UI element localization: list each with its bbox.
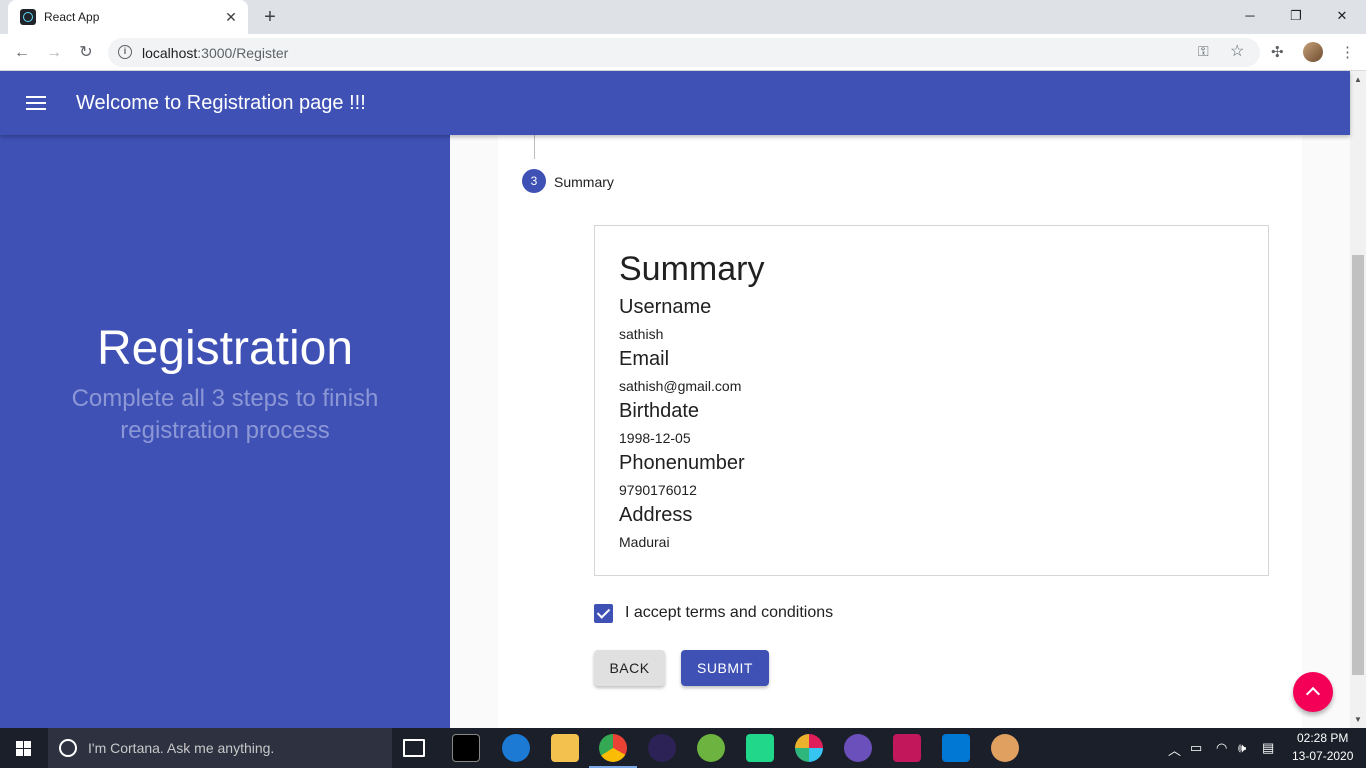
reload-icon[interactable]: ↻ — [74, 41, 98, 65]
page-scrollbar[interactable]: ▲ ▼ — [1350, 71, 1366, 728]
birthdate-value: 1998-12-05 — [619, 430, 691, 446]
browser-tab-bar: React App ✕ + ─ ❐ ✕ — [0, 0, 1366, 34]
start-button[interactable] — [0, 728, 48, 768]
username-value: sathish — [619, 326, 664, 342]
tab-close-icon[interactable]: ✕ — [222, 8, 240, 26]
url-text[interactable]: localhost:3000/Register — [142, 45, 288, 61]
scroll-top-button[interactable] — [1293, 672, 1333, 712]
terms-checkbox[interactable] — [594, 604, 613, 623]
paint-icon[interactable] — [991, 734, 1019, 762]
url-host: localhost — [142, 45, 198, 61]
hamburger-menu-icon[interactable] — [26, 96, 46, 110]
email-value: sathish@gmail.com — [619, 378, 742, 394]
stepper-paper: 3 Summary Summary Username sathish Email… — [498, 135, 1302, 728]
file-explorer-icon[interactable] — [551, 734, 579, 762]
back-button[interactable]: BACK — [594, 650, 665, 686]
app-bar: Welcome to Registration page !!! — [0, 71, 1350, 135]
close-window-button[interactable]: ✕ — [1322, 6, 1362, 26]
address-bar[interactable]: i localhost:3000/Register ⚿ ☆ — [108, 38, 1260, 67]
github-desktop-icon[interactable] — [844, 734, 872, 762]
profile-avatar[interactable] — [1303, 42, 1323, 62]
key-icon[interactable]: ⚿ — [1198, 43, 1209, 60]
spring-tool-icon[interactable] — [697, 734, 725, 762]
step-connector — [534, 135, 535, 159]
pycharm-icon[interactable] — [746, 734, 774, 762]
eclipse-icon[interactable] — [648, 734, 676, 762]
left-panel: Registration Complete all 3 steps to fin… — [0, 135, 450, 728]
browser-menu-icon[interactable]: ⋮ — [1340, 43, 1355, 61]
username-label: Username — [619, 296, 712, 318]
forward-nav-icon[interactable]: → — [42, 41, 66, 65]
scroll-down-arrow-icon[interactable]: ▼ — [1354, 715, 1362, 724]
phonenumber-value: 9790176012 — [619, 482, 697, 498]
terms-label[interactable]: I accept terms and conditions — [625, 604, 833, 622]
bookmark-star-icon[interactable]: ☆ — [1230, 41, 1244, 61]
back-nav-icon[interactable]: ← — [10, 41, 34, 65]
main-content: 3 Summary Summary Username sathish Email… — [450, 135, 1350, 728]
summary-card: Summary Username sathish Email sathish@g… — [594, 225, 1269, 576]
chrome-icon[interactable] — [599, 734, 627, 762]
task-view-icon[interactable] — [403, 739, 425, 757]
registration-title: Registration — [96, 322, 354, 375]
volume-icon[interactable]: 🕪 — [1238, 740, 1246, 756]
scroll-thumb[interactable] — [1352, 255, 1364, 675]
address-value: Madurai — [619, 534, 670, 550]
birthdate-label: Birthdate — [619, 400, 700, 422]
clock-time[interactable]: 02:28 PM — [1297, 731, 1348, 745]
url-path: :3000/Register — [197, 45, 289, 61]
react-favicon-icon — [20, 9, 36, 25]
cortana-icon — [59, 739, 77, 757]
windows-taskbar: I'm Cortana. Ask me anything. ︿ ▭ ◠ 🕪 ▤ … — [0, 728, 1366, 768]
terminal-icon[interactable] — [452, 734, 480, 762]
step-label[interactable]: Summary — [554, 174, 614, 190]
summary-heading: Summary — [619, 250, 765, 288]
tab-title: React App — [44, 10, 100, 24]
browser-toolbar: ← → ↻ i localhost:3000/Register ⚿ ☆ ✣ ⋮ — [0, 34, 1366, 71]
minimize-button[interactable]: ─ — [1230, 6, 1270, 26]
extensions-puzzle-icon[interactable]: ✣ — [1271, 43, 1284, 61]
windows-logo-icon — [16, 741, 32, 756]
email-label: Email — [619, 348, 670, 370]
browser-tab[interactable]: React App ✕ — [8, 0, 248, 34]
notifications-icon[interactable]: ▤ — [1262, 740, 1274, 756]
maximize-button[interactable]: ❐ — [1276, 6, 1316, 26]
phonenumber-label: Phonenumber — [619, 452, 745, 474]
new-tab-button[interactable]: + — [259, 6, 281, 28]
registration-subtitle: Complete all 3 steps to finish registrat… — [71, 385, 379, 444]
app-bar-title: Welcome to Registration page !!! — [76, 92, 366, 114]
address-label: Address — [619, 504, 693, 526]
edge-browser-icon[interactable] — [502, 734, 530, 762]
vscode-icon[interactable] — [942, 734, 970, 762]
cortana-search-box[interactable]: I'm Cortana. Ask me anything. — [48, 728, 392, 768]
scroll-up-arrow-icon[interactable]: ▲ — [1354, 75, 1362, 84]
site-info-icon[interactable]: i — [118, 45, 132, 59]
clock-date[interactable]: 13-07-2020 — [1292, 749, 1353, 763]
slack-icon[interactable] — [795, 734, 823, 762]
tray-overflow-icon[interactable]: ︿ — [1168, 740, 1181, 759]
submit-button[interactable]: SUBMIT — [681, 650, 769, 686]
battery-icon[interactable]: ▭ — [1190, 740, 1202, 756]
app-m-icon[interactable] — [893, 734, 921, 762]
step-number-badge[interactable]: 3 — [522, 169, 546, 193]
wifi-icon[interactable]: ◠ — [1216, 740, 1227, 756]
cortana-placeholder: I'm Cortana. Ask me anything. — [88, 740, 275, 756]
